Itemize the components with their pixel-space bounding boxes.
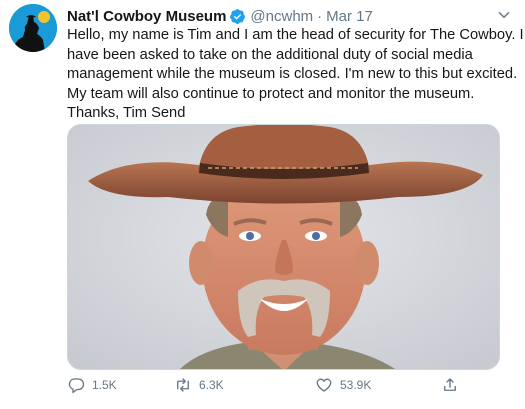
tweet-text-line: management while the museum is closed. I… [67,66,518,82]
display-name[interactable]: Nat'l Cowboy Museum [67,8,226,25]
like-icon [316,378,332,392]
cowboy-portrait-image [68,125,499,369]
tweet-header: Nat'l Cowboy Museum @ncwhm · Mar 17 [67,6,513,26]
reply-button[interactable]: 1.5K [67,373,117,397]
tweet-actions: 1.5K 6.3K 53.9K [67,373,467,397]
tweet-text-line: have been asked to take on the additiona… [67,46,473,63]
reply-icon [68,378,85,394]
tweet-text-line: My team will also continue to protect an… [67,85,475,102]
tweet[interactable]: Nat'l Cowboy Museum @ncwhm · Mar 17 Hell… [0,0,525,409]
tweet-text-line: Hello, my name is Tim and I am the head … [67,27,524,43]
chevron-down-icon[interactable] [495,6,513,24]
verified-badge-icon [230,8,246,24]
retweet-icon [177,378,189,392]
separator-dot: · [317,7,323,25]
share-icon [444,378,456,391]
retweet-count: 6.3K [199,378,224,392]
reply-count: 1.5K [92,378,117,392]
avatar[interactable] [9,4,57,52]
like-count: 53.9K [340,378,372,392]
handle[interactable]: @ncwhm [250,8,313,25]
share-button[interactable] [441,373,466,397]
cowboy-logo-icon [9,4,57,52]
retweet-button[interactable]: 6.3K [174,373,224,397]
tweet-photo[interactable] [67,124,500,370]
tweet-text-line: Thanks, Tim Send [67,105,186,121]
tweet-text: Hello, my name is Tim and I am the head … [67,26,524,124]
tweet-date[interactable]: Mar 17 [326,8,373,25]
like-button[interactable]: 53.9K [315,373,371,397]
